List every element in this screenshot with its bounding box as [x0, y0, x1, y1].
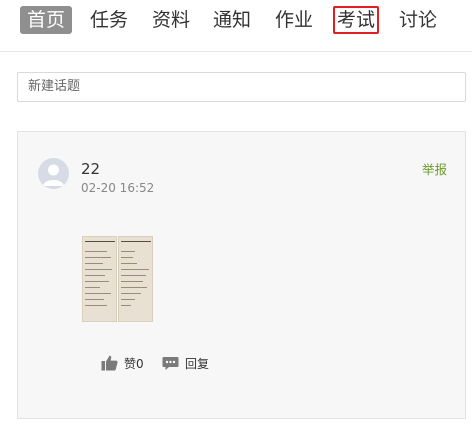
new-topic-input[interactable]: 新建话题: [17, 72, 466, 102]
thumbs-up-icon: [101, 355, 118, 371]
post-card: 22 02-20 16:52 举报 赞0 回复: [17, 131, 466, 419]
like-label: 赞0: [124, 356, 144, 371]
top-nav: 首页 任务 资料 通知 作业 考试 讨论: [0, 0, 472, 44]
tab-discussion[interactable]: 讨论: [397, 6, 439, 34]
nav-divider: [0, 51, 472, 52]
reply-label: 回复: [185, 356, 210, 371]
report-link[interactable]: 举报: [422, 159, 447, 178]
tab-exam[interactable]: 考试: [333, 6, 379, 34]
post-author: 22: [81, 160, 101, 178]
tab-home[interactable]: 首页: [20, 6, 72, 34]
like-button[interactable]: 赞0: [101, 353, 144, 373]
attachment-image-2[interactable]: [118, 236, 153, 322]
reply-button[interactable]: 回复: [162, 353, 209, 373]
user-avatar-icon: [43, 164, 64, 186]
avatar: [38, 158, 69, 189]
tab-homework[interactable]: 作业: [273, 6, 315, 34]
tab-notifications[interactable]: 通知: [211, 6, 253, 34]
attachment-image-1[interactable]: [82, 236, 117, 322]
comment-icon: [162, 356, 179, 370]
tab-tasks[interactable]: 任务: [88, 6, 130, 34]
tab-materials[interactable]: 资料: [150, 6, 192, 34]
post-time: 02-20 16:52: [81, 181, 155, 195]
